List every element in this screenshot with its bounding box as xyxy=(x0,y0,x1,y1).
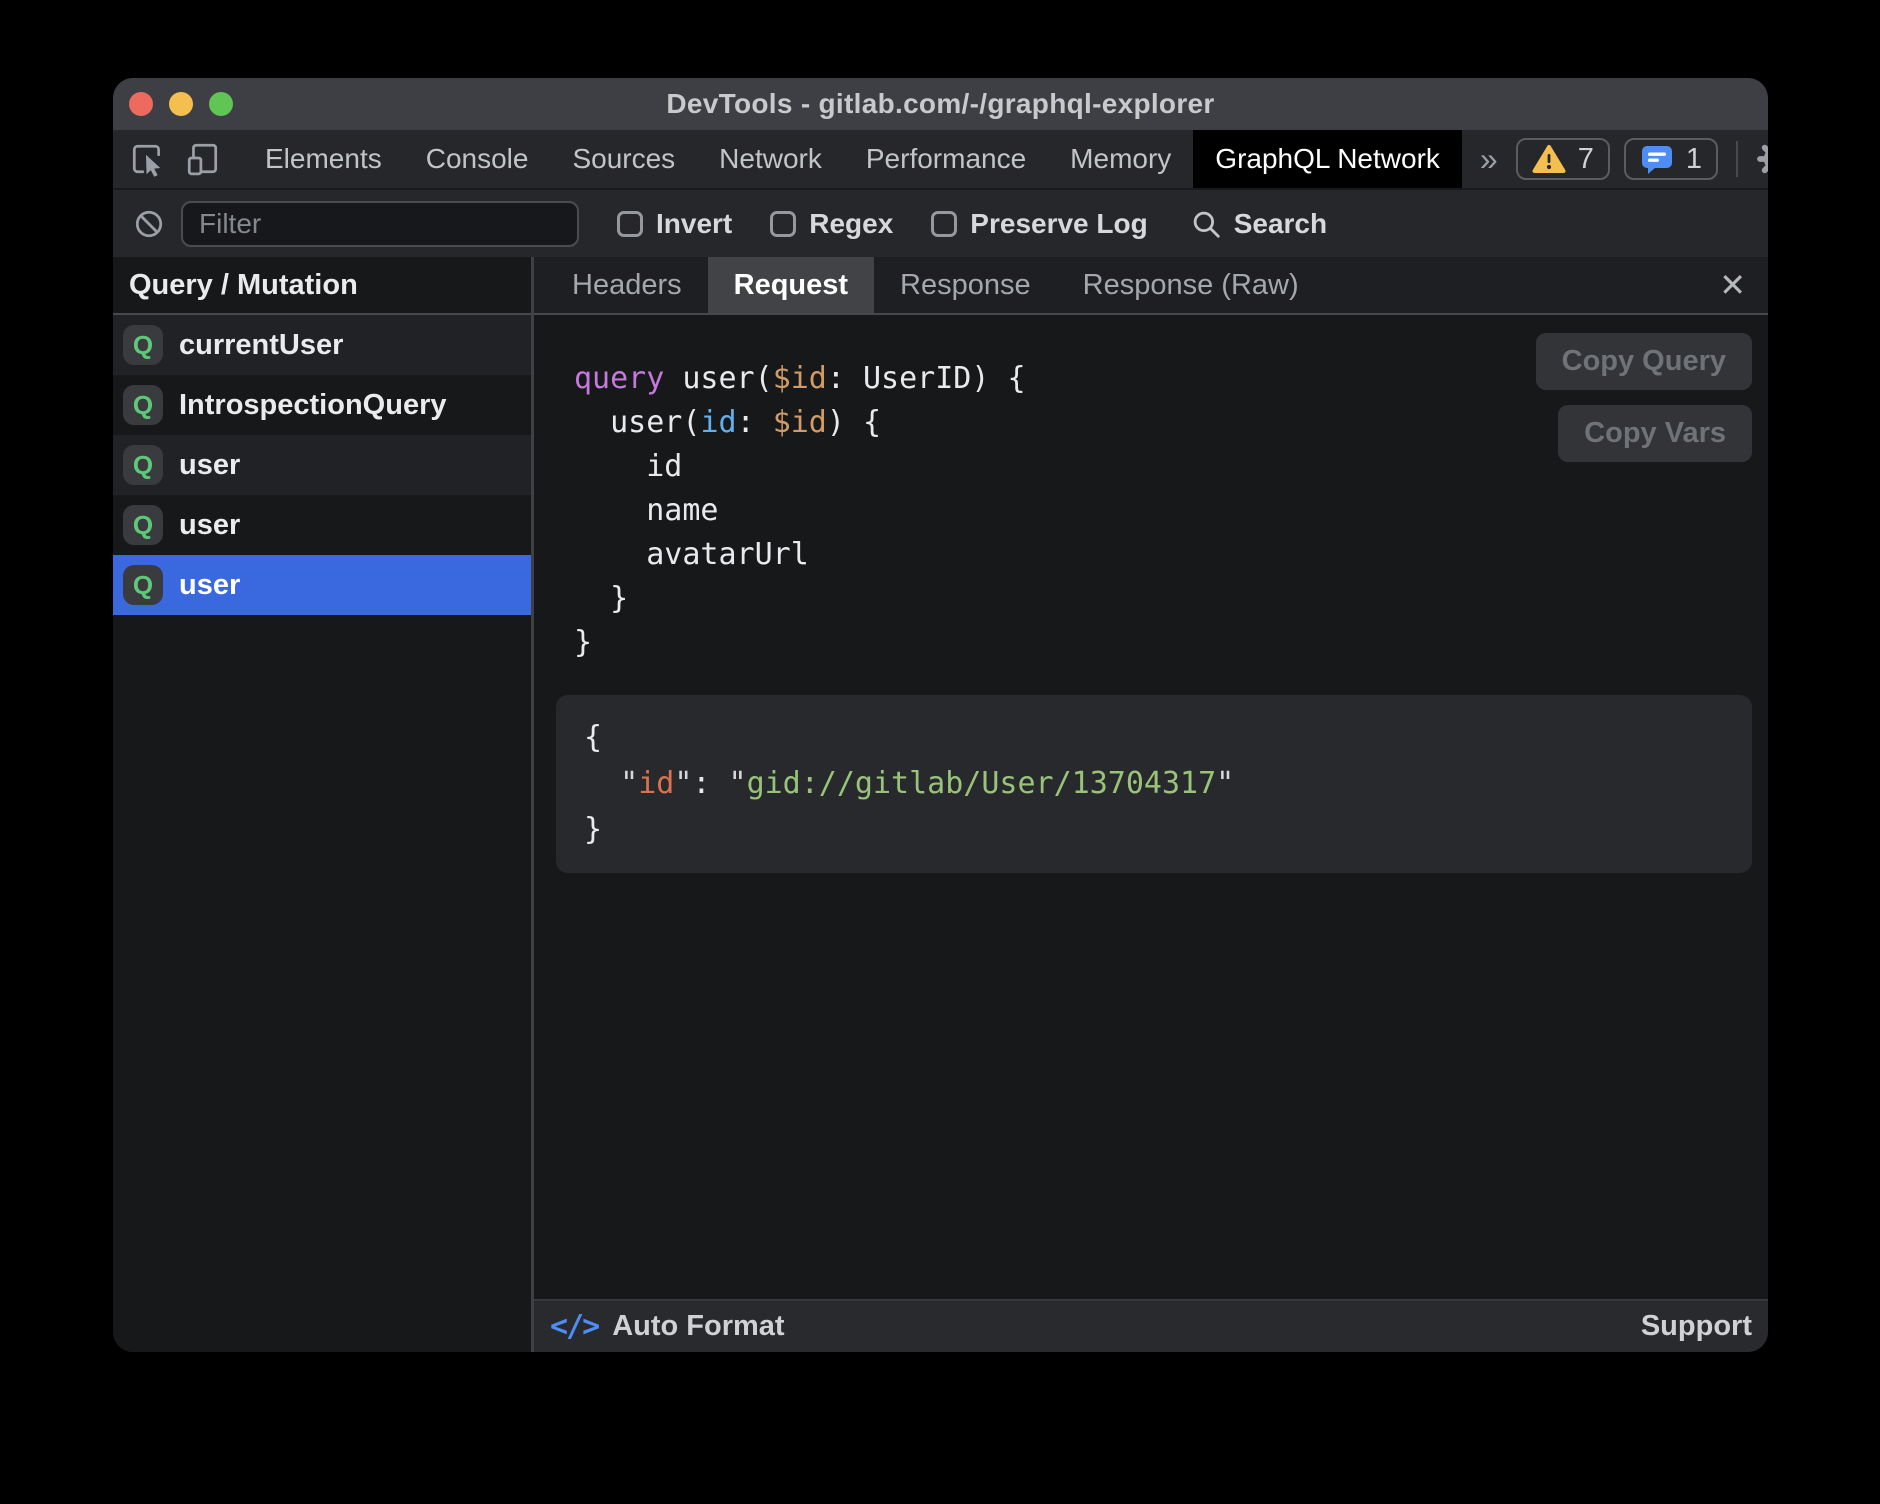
panel-tab-request[interactable]: Request xyxy=(708,257,874,313)
minimize-window-button[interactable] xyxy=(169,92,193,116)
code-line: "id": "gid://gitlab/User/13704317" xyxy=(584,761,1724,807)
close-window-button[interactable] xyxy=(129,92,153,116)
checkbox-regex[interactable] xyxy=(770,211,796,237)
support-link[interactable]: Support xyxy=(1641,1310,1752,1343)
warnings-count: 7 xyxy=(1578,143,1594,176)
devtools-window: DevTools - gitlab.com/-/graphql-explorer… xyxy=(113,78,1768,1352)
devtools-tab-strip: ElementsConsoleSourcesNetworkPerformance… xyxy=(243,130,1462,188)
query-type-badge: Q xyxy=(123,445,163,485)
main-area: Query / Mutation QcurrentUserQIntrospect… xyxy=(113,257,1768,1352)
messages-count: 1 xyxy=(1686,143,1702,176)
devtools-tab-network[interactable]: Network xyxy=(697,130,844,188)
query-name-label: user xyxy=(179,509,240,542)
request-panel: HeadersRequestResponseResponse (Raw) ✕ qu… xyxy=(534,257,1768,1352)
checkbox-label-invert: Invert xyxy=(656,208,732,240)
code-line: name xyxy=(574,489,1768,533)
query-sidebar: Query / Mutation QcurrentUserQIntrospect… xyxy=(113,257,534,1352)
code-line: avatarUrl xyxy=(574,533,1768,577)
query-type-badge: Q xyxy=(123,565,163,605)
filter-checkbox-regex[interactable]: Regex xyxy=(770,208,893,240)
window-title: DevTools - gitlab.com/-/graphql-explorer xyxy=(666,88,1214,120)
chat-bubble-icon xyxy=(1640,143,1674,175)
title-bar: DevTools - gitlab.com/-/graphql-explorer xyxy=(113,78,1768,130)
sidebar-header: Query / Mutation xyxy=(113,257,531,315)
request-content: query user($id: UserID) { user(id: $id) … xyxy=(534,315,1768,1299)
panel-footer: </> Auto Format Support xyxy=(534,1299,1768,1352)
settings-gear-icon[interactable] xyxy=(1756,139,1768,179)
badges-divider xyxy=(1736,141,1738,177)
messages-badge[interactable]: 1 xyxy=(1624,138,1718,180)
inspect-element-icon[interactable] xyxy=(129,141,165,177)
code-line: } xyxy=(574,577,1768,621)
devtools-tab-console[interactable]: Console xyxy=(404,130,551,188)
query-list-item-user-2[interactable]: Quser xyxy=(113,435,531,495)
panel-tab-headers[interactable]: Headers xyxy=(546,257,708,313)
filter-bar: Invert Regex Preserve Log Search xyxy=(113,188,1768,257)
copy-vars-button[interactable]: Copy Vars xyxy=(1558,405,1752,462)
query-name-label: currentUser xyxy=(179,329,343,362)
panel-tab-strip: HeadersRequestResponseResponse (Raw) ✕ xyxy=(534,257,1768,315)
code-icon: </> xyxy=(550,1309,598,1344)
devtools-tab-memory[interactable]: Memory xyxy=(1048,130,1193,188)
query-list-item-currentuser-0[interactable]: QcurrentUser xyxy=(113,315,531,375)
devtools-tab-performance[interactable]: Performance xyxy=(844,130,1048,188)
query-type-badge: Q xyxy=(123,325,163,365)
warnings-badge[interactable]: 7 xyxy=(1516,138,1610,180)
filter-checkbox-invert[interactable]: Invert xyxy=(617,208,732,240)
code-line: } xyxy=(584,807,1724,853)
query-list-item-introspectionquery-1[interactable]: Q IntrospectionQuery xyxy=(113,375,531,435)
query-name-label: user xyxy=(179,569,240,602)
code-line: { xyxy=(584,715,1724,761)
auto-format-label: Auto Format xyxy=(612,1310,784,1343)
copy-query-button[interactable]: Copy Query xyxy=(1536,333,1752,390)
query-list: QcurrentUserQIntrospectionQueryQuserQuse… xyxy=(113,315,531,615)
query-list-item-user-3[interactable]: Quser xyxy=(113,495,531,555)
auto-format-button[interactable]: </> Auto Format xyxy=(550,1309,785,1344)
query-type-badge: Q xyxy=(123,505,163,545)
devtools-tab-graphql-network[interactable]: GraphQL Network xyxy=(1193,130,1462,188)
zoom-window-button[interactable] xyxy=(209,92,233,116)
checkbox-label-preserve-log: Preserve Log xyxy=(970,208,1147,240)
query-type-badge: Q xyxy=(123,385,163,425)
more-tabs-chevron-icon[interactable]: » xyxy=(1462,130,1516,188)
close-panel-icon[interactable]: ✕ xyxy=(1697,257,1768,313)
query-name-label: user xyxy=(179,449,240,482)
devtools-tab-sources[interactable]: Sources xyxy=(550,130,697,188)
code-line: } xyxy=(574,621,1768,665)
toolbar-icons xyxy=(113,130,221,188)
search-label: Search xyxy=(1234,208,1327,240)
copy-buttons: Copy Query Copy Vars xyxy=(1536,333,1752,462)
filter-checkboxes: Invert Regex Preserve Log xyxy=(579,208,1148,240)
panel-tab-response[interactable]: Response xyxy=(874,257,1057,313)
devtools-tab-elements[interactable]: Elements xyxy=(243,130,404,188)
panel-tab-response-raw[interactable]: Response (Raw) xyxy=(1057,257,1325,313)
search-icon xyxy=(1190,208,1222,240)
device-toolbar-icon[interactable] xyxy=(185,141,221,177)
filter-checkbox-preserve-log[interactable]: Preserve Log xyxy=(931,208,1147,240)
search-control[interactable]: Search xyxy=(1190,208,1327,240)
checkbox-invert[interactable] xyxy=(617,211,643,237)
filter-input[interactable] xyxy=(181,201,579,247)
warning-icon xyxy=(1532,143,1566,175)
checkbox-preserve-log[interactable] xyxy=(931,211,957,237)
traffic-lights xyxy=(129,92,233,116)
devtools-toolbar: ElementsConsoleSourcesNetworkPerformance… xyxy=(113,130,1768,188)
query-name-label: IntrospectionQuery xyxy=(179,389,447,422)
query-list-item-user-4[interactable]: Quser xyxy=(113,555,531,615)
variables-box: { "id": "gid://gitlab/User/13704317"} xyxy=(556,695,1752,873)
checkbox-label-regex: Regex xyxy=(809,208,893,240)
toolbar-badges: 7 1 xyxy=(1516,130,1768,188)
clear-block-icon[interactable] xyxy=(133,208,165,240)
